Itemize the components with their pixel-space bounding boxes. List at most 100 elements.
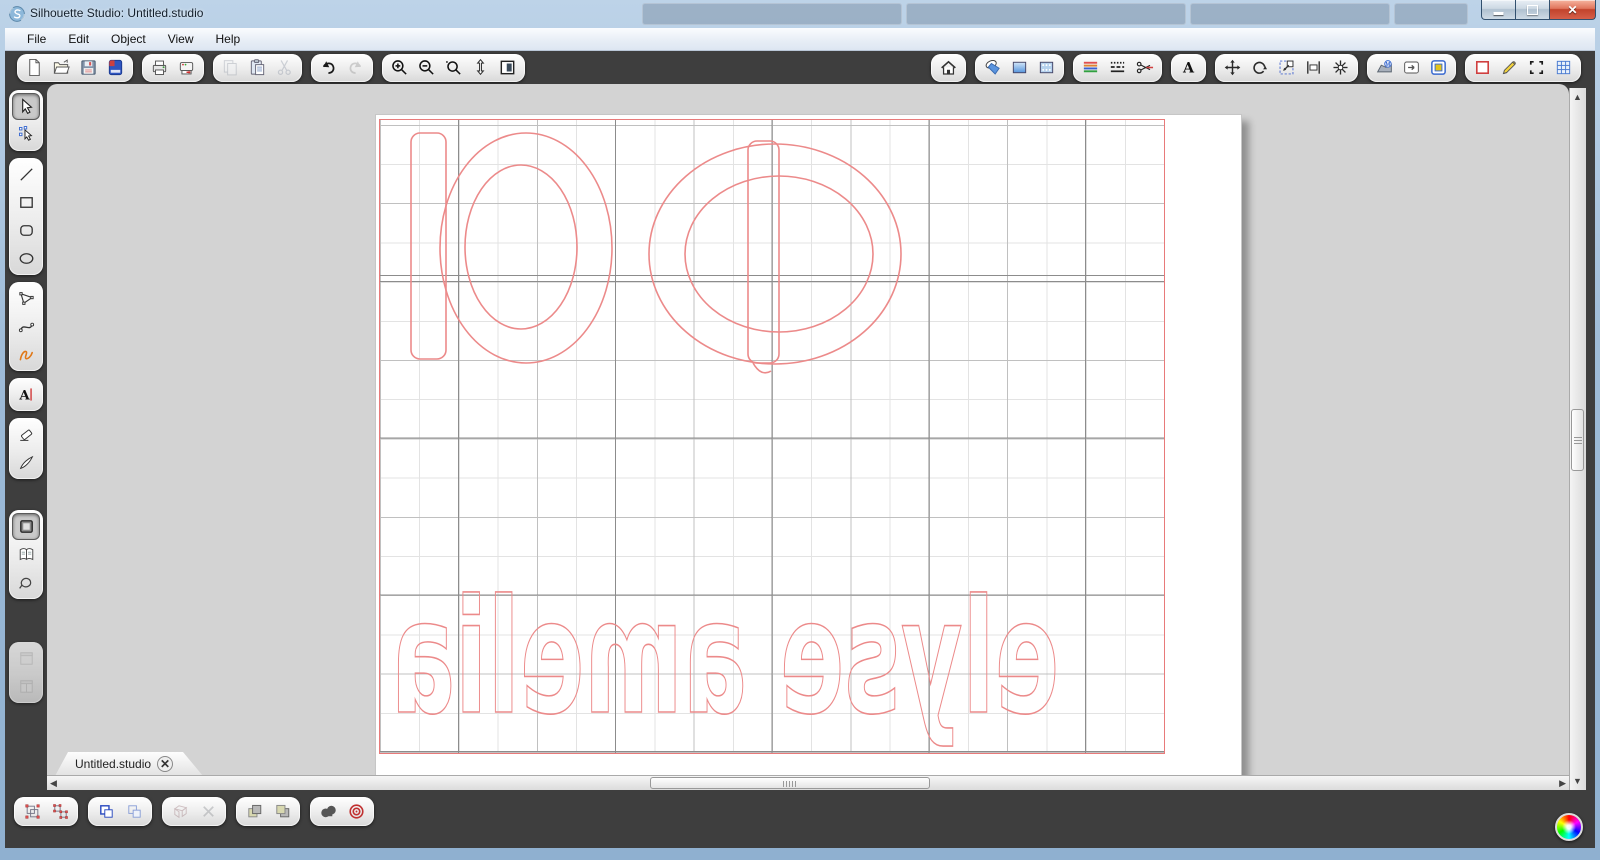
save-to-library-button[interactable] [103, 56, 128, 80]
toolbar-group: A [9, 378, 43, 411]
draw-freehand-button[interactable] [13, 342, 39, 367]
object-color-button[interactable] [1426, 56, 1451, 80]
delete-button[interactable] [195, 799, 221, 824]
document-tab[interactable]: Untitled.studio ✕ [55, 752, 203, 776]
fit-to-page-button[interactable] [495, 56, 520, 80]
zoom-selection-button[interactable] [441, 56, 466, 80]
fill-pattern-button[interactable] [1034, 56, 1059, 80]
send-to-device-button[interactable] [1399, 56, 1424, 80]
registration-marks-button[interactable] [1470, 56, 1495, 80]
select-button[interactable] [13, 94, 39, 119]
knife-button[interactable] [13, 450, 39, 475]
sketch-pen-button[interactable] [1497, 56, 1522, 80]
replicate-button[interactable] [1328, 56, 1353, 80]
weld-button[interactable] [167, 799, 193, 824]
toolbar-group [142, 53, 204, 82]
scroll-down-arrow-icon[interactable]: ▼ [1573, 774, 1582, 788]
draw-curve-button[interactable] [13, 314, 39, 339]
design-page[interactable]: elyse amelia [375, 114, 1242, 782]
draw-rectangle-button[interactable] [13, 190, 39, 215]
offset-button[interactable] [343, 799, 369, 824]
draw-line-button[interactable] [13, 162, 39, 187]
send-view-button[interactable] [13, 570, 39, 595]
vertical-scroll-thumb[interactable] [1571, 409, 1584, 471]
library-view-button[interactable] [13, 542, 39, 567]
fill-gradient-button[interactable] [1007, 56, 1032, 80]
scroll-left-arrow-icon[interactable]: ◀ [50, 776, 57, 790]
app-logo-icon [8, 5, 26, 23]
bring-to-front-button[interactable] [241, 799, 267, 824]
pan-zoom-button[interactable] [468, 56, 493, 80]
line-style-button[interactable] [1105, 56, 1130, 80]
maximize-button[interactable] [1516, 0, 1549, 20]
workspace[interactable]: elyse amelia Untitled.studio ✕ ◀ ▶ [47, 84, 1569, 790]
send-to-silhouette-icon [177, 58, 196, 77]
draw-rounded-rectangle-button[interactable] [13, 218, 39, 243]
print-button[interactable] [147, 56, 172, 80]
align-button[interactable] [1301, 56, 1326, 80]
open-file-button[interactable] [49, 56, 74, 80]
zoom-in-icon [390, 58, 409, 77]
design-text[interactable]: elyse amelia [390, 565, 1060, 751]
line-color-button[interactable] [1078, 56, 1103, 80]
canvas-design[interactable]: elyse amelia [376, 115, 1243, 783]
menu-view[interactable]: View [158, 29, 204, 49]
save-button[interactable] [76, 56, 101, 80]
monogram-letter-right[interactable] [648, 140, 902, 374]
make-compound-path-button[interactable] [93, 799, 119, 824]
paste-button[interactable] [245, 56, 270, 80]
text-style-button[interactable]: A [1176, 56, 1201, 80]
draw-polygon-button[interactable] [13, 286, 39, 311]
scroll-right-arrow-icon[interactable]: ▶ [1559, 776, 1566, 790]
tab-close-icon[interactable]: ✕ [157, 756, 174, 772]
menu-object[interactable]: Object [101, 29, 156, 49]
cut-style-button[interactable] [1132, 56, 1157, 80]
replicate-icon [1331, 58, 1350, 77]
menu-help[interactable]: Help [206, 29, 251, 49]
design-page-settings-button[interactable] [936, 56, 961, 80]
design-page-settings-icon [939, 58, 958, 77]
zoom-out-button[interactable] [414, 56, 439, 80]
monogram-letter-left[interactable] [410, 132, 613, 364]
point-editing-button[interactable] [13, 122, 39, 147]
toolbar-group: A [1171, 53, 1206, 82]
close-button[interactable]: ✕ [1549, 0, 1596, 20]
release-compound-path-button[interactable] [121, 799, 147, 824]
send-to-silhouette-button[interactable] [174, 56, 199, 80]
move-button[interactable] [1220, 56, 1245, 80]
title-bar: Silhouette Studio: Untitled.studio ▬ ✕ [0, 0, 1600, 28]
cut-button[interactable] [272, 56, 297, 80]
minimize-button[interactable]: ▬ [1481, 0, 1516, 20]
group-button[interactable] [19, 799, 45, 824]
trace-button[interactable] [1524, 56, 1549, 80]
text-tool-button[interactable]: A [13, 382, 39, 407]
svg-text:A: A [1182, 60, 1195, 76]
vertical-scrollbar[interactable]: ▲ ▼ [1569, 88, 1586, 790]
layout-split-button[interactable] [13, 674, 39, 699]
scroll-up-arrow-icon[interactable]: ▲ [1573, 90, 1582, 104]
redo-button[interactable] [343, 56, 368, 80]
svg-text:A: A [18, 388, 30, 403]
menu-file[interactable]: File [17, 29, 56, 49]
horizontal-scrollbar[interactable]: ◀ ▶ [47, 775, 1569, 790]
rotate-button[interactable] [1247, 56, 1272, 80]
chrome-right-edge [1586, 84, 1595, 790]
send-to-back-button[interactable] [269, 799, 295, 824]
draw-ellipse-button[interactable] [13, 246, 39, 271]
undo-button[interactable] [316, 56, 341, 80]
design-page-view-button[interactable] [13, 514, 39, 539]
color-wheel-button[interactable] [1555, 813, 1583, 841]
copy-button[interactable] [218, 56, 243, 80]
grid-settings-button[interactable] [1551, 56, 1576, 80]
ungroup-button[interactable] [47, 799, 73, 824]
new-document-button[interactable] [22, 56, 47, 80]
scale-button[interactable] [1274, 56, 1299, 80]
fill-color-button[interactable] [980, 56, 1005, 80]
menu-edit[interactable]: Edit [58, 29, 99, 49]
layout-single-button[interactable] [13, 646, 39, 671]
eraser-button[interactable] [13, 422, 39, 447]
horizontal-scroll-thumb[interactable] [650, 777, 930, 789]
zoom-in-button[interactable] [387, 56, 412, 80]
weld-selected-button[interactable] [315, 799, 341, 824]
modify-button[interactable]: M [1372, 56, 1397, 80]
